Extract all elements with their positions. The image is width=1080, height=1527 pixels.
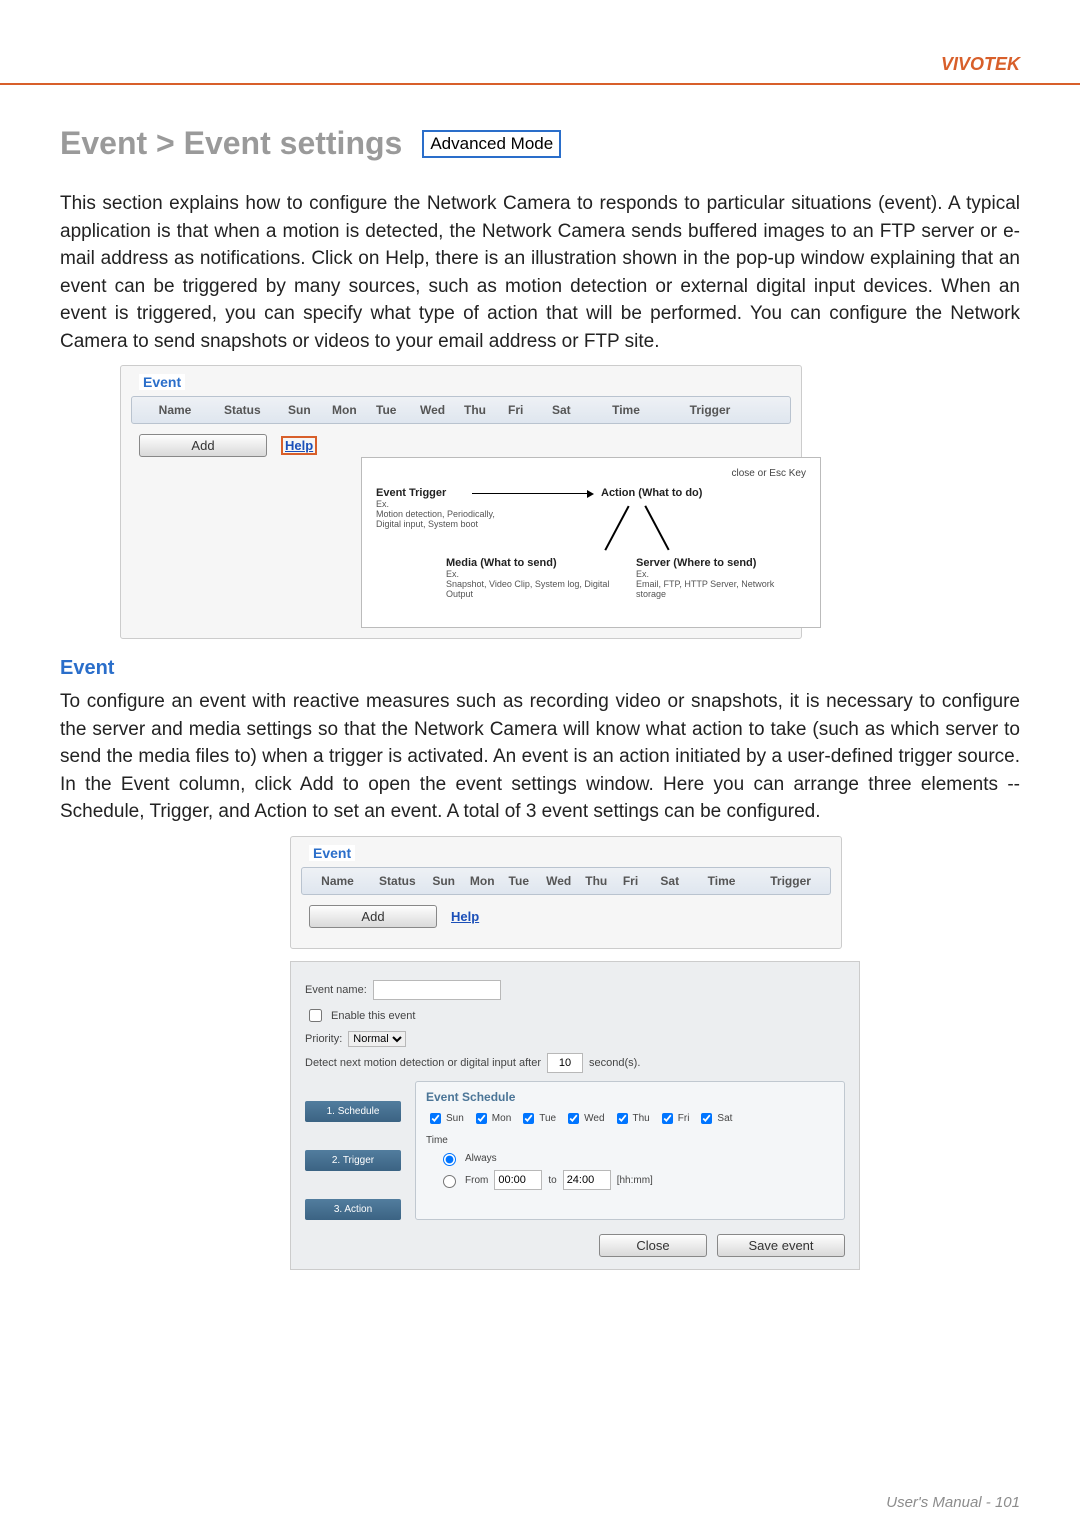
- event-schedule-panel: Event Schedule Sun Mon Tue Wed Thu Fri S…: [415, 1081, 845, 1220]
- time-label: Time: [426, 1135, 834, 1146]
- schedule-days-row: Sun Mon Tue Wed Thu Fri Sat: [426, 1110, 834, 1127]
- step-trigger[interactable]: 2. Trigger: [305, 1150, 401, 1171]
- day-sat-checkbox[interactable]: [701, 1113, 712, 1124]
- day-wed-checkbox[interactable]: [568, 1113, 579, 1124]
- schedule-title: Event Schedule: [426, 1090, 834, 1104]
- intro-paragraph: This section explains how to configure t…: [60, 190, 1020, 355]
- diagram-server-title: Server (Where to send): [636, 557, 796, 569]
- event-name-input[interactable]: [373, 980, 501, 1000]
- help-link[interactable]: Help: [281, 436, 317, 455]
- time-always-radio[interactable]: [443, 1153, 456, 1166]
- time-from-input[interactable]: [494, 1170, 542, 1190]
- event-table-panel-1: Event Name Status Sun Mon Tue Wed Thu Fr…: [120, 365, 802, 639]
- help-popup: close or Esc Key Event Trigger Ex. Motio…: [361, 457, 821, 628]
- enable-event-checkbox[interactable]: [309, 1009, 322, 1022]
- arrow-diag-icon: [604, 506, 629, 551]
- section-heading-event: Event: [60, 657, 1020, 680]
- save-event-button[interactable]: Save event: [717, 1234, 845, 1257]
- close-button[interactable]: Close: [599, 1234, 707, 1257]
- event-settings-form: Event name: Enable this event Priority: …: [290, 961, 860, 1270]
- time-from-radio[interactable]: [443, 1175, 456, 1188]
- advanced-mode-badge: Advanced Mode: [422, 130, 561, 158]
- detect-delay-label-post: second(s).: [589, 1057, 640, 1069]
- time-to-input[interactable]: [563, 1170, 611, 1190]
- arrow-right-icon: [472, 493, 592, 494]
- panel-legend: Event: [139, 374, 185, 390]
- header-bar: VIVOTEK: [0, 0, 1080, 85]
- day-tue-checkbox[interactable]: [523, 1113, 534, 1124]
- priority-select[interactable]: Normal: [348, 1031, 406, 1047]
- step-schedule[interactable]: 1. Schedule: [305, 1101, 401, 1122]
- step-action[interactable]: 3. Action: [305, 1199, 401, 1220]
- enable-event-label: Enable this event: [331, 1010, 415, 1022]
- time-hhmm-label: [hh:mm]: [617, 1175, 653, 1186]
- brand-logo: VIVOTEK: [941, 54, 1020, 75]
- time-from-label: From: [465, 1175, 488, 1186]
- add-button[interactable]: Add: [139, 434, 267, 457]
- day-sun-checkbox[interactable]: [430, 1113, 441, 1124]
- event-columns-header: Name Status Sun Mon Tue Wed Thu Fri Sat …: [131, 396, 791, 424]
- help-link[interactable]: Help: [451, 909, 479, 924]
- event-table-panel-2: Event Name Status Sun Mon Tue Wed Thu Fr…: [290, 836, 842, 949]
- page-title: Event > Event settings: [60, 125, 402, 162]
- arrow-diag-icon: [644, 506, 669, 551]
- detect-delay-input[interactable]: [547, 1053, 583, 1073]
- close-popup-link[interactable]: close or Esc Key: [732, 468, 806, 479]
- diagram-action-title: Action (What to do): [601, 487, 702, 499]
- day-mon-checkbox[interactable]: [476, 1113, 487, 1124]
- add-button[interactable]: Add: [309, 905, 437, 928]
- day-thu-checkbox[interactable]: [617, 1113, 628, 1124]
- time-to-label: to: [548, 1175, 556, 1186]
- page-footer: User's Manual - 101: [886, 1494, 1020, 1511]
- event-name-label: Event name:: [305, 984, 367, 996]
- priority-label: Priority:: [305, 1033, 342, 1045]
- time-always-label: Always: [465, 1153, 497, 1164]
- diagram-media-title: Media (What to send): [446, 557, 616, 569]
- event-paragraph: To configure an event with reactive meas…: [60, 688, 1020, 826]
- day-fri-checkbox[interactable]: [662, 1113, 673, 1124]
- detect-delay-label-pre: Detect next motion detection or digital …: [305, 1057, 541, 1069]
- event-columns-header: Name Status Sun Mon Tue Wed Thu Fri Sat …: [301, 867, 831, 895]
